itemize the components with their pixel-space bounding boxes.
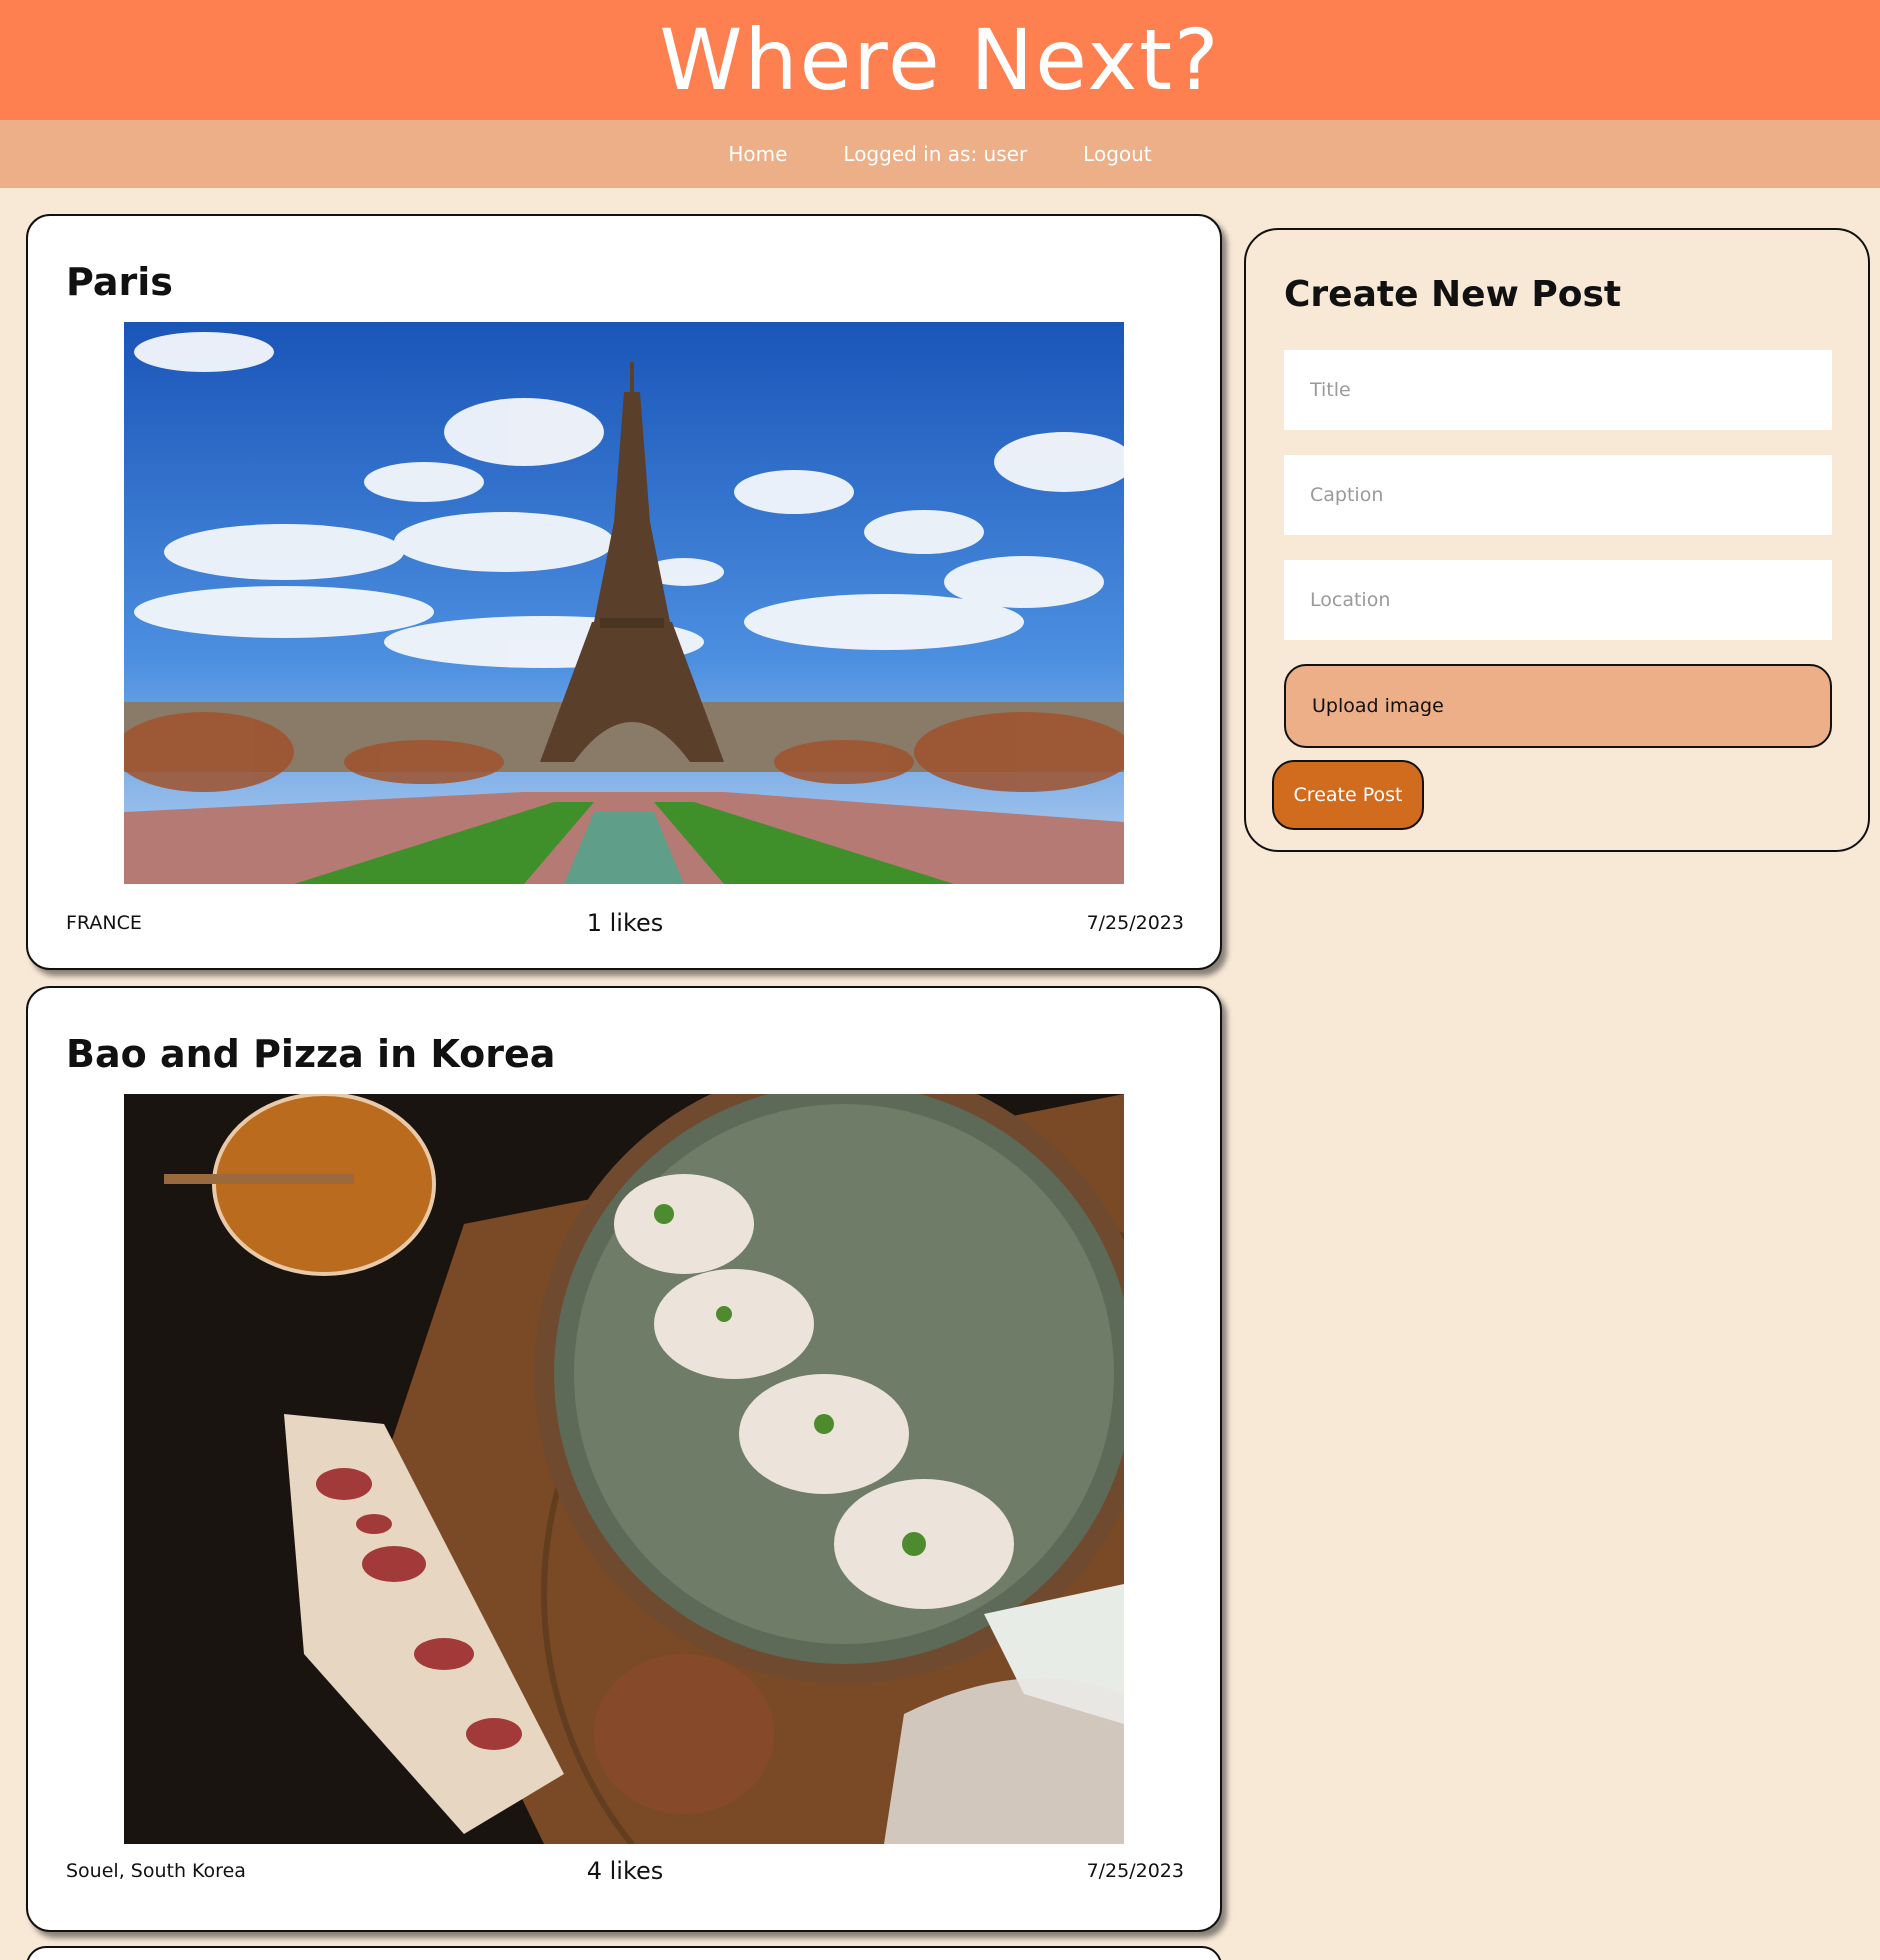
post-location: FRANCE	[66, 912, 142, 934]
post-location: Souel, South Korea	[66, 1860, 246, 1882]
nav-home-link[interactable]: Home	[728, 142, 787, 166]
post-likes[interactable]: 1 likes	[587, 909, 664, 937]
post-date: 7/25/2023	[1086, 912, 1184, 934]
site-title: Where Next?	[659, 11, 1221, 109]
create-post-heading: Create New Post	[1284, 274, 1622, 315]
post-likes[interactable]: 4 likes	[587, 1857, 664, 1885]
caption-input[interactable]	[1284, 455, 1832, 535]
title-input[interactable]	[1284, 350, 1832, 430]
nav-bar: Home Logged in as: user Logout	[0, 120, 1880, 188]
upload-image-label: Upload image	[1312, 695, 1444, 717]
create-post-panel: Create New Post Upload image Create Post	[1244, 228, 1870, 852]
post-title: Bao and Pizza in Korea	[66, 1032, 556, 1076]
post-card: Bao and Pizza in Korea Souel, South Kore…	[26, 986, 1222, 1932]
post-card	[26, 1946, 1222, 1960]
location-input[interactable]	[1284, 560, 1832, 640]
bao-and-pizza-photo	[124, 1094, 1124, 1844]
post-card: Paris FRANCE 1 likes 7/25/2023	[26, 214, 1222, 970]
nav-logout-link[interactable]: Logout	[1083, 142, 1151, 166]
post-date: 7/25/2023	[1086, 1860, 1184, 1882]
logged-in-status: Logged in as: user	[843, 142, 1028, 166]
eiffel-tower-photo	[124, 322, 1124, 884]
site-header: Where Next?	[0, 0, 1880, 120]
post-footer: FRANCE 1 likes 7/25/2023	[66, 908, 1184, 938]
post-title: Paris	[66, 260, 173, 304]
post-footer: Souel, South Korea 4 likes 7/25/2023	[66, 1856, 1184, 1886]
upload-image-field[interactable]: Upload image	[1284, 664, 1832, 748]
create-post-button[interactable]: Create Post	[1272, 760, 1424, 830]
